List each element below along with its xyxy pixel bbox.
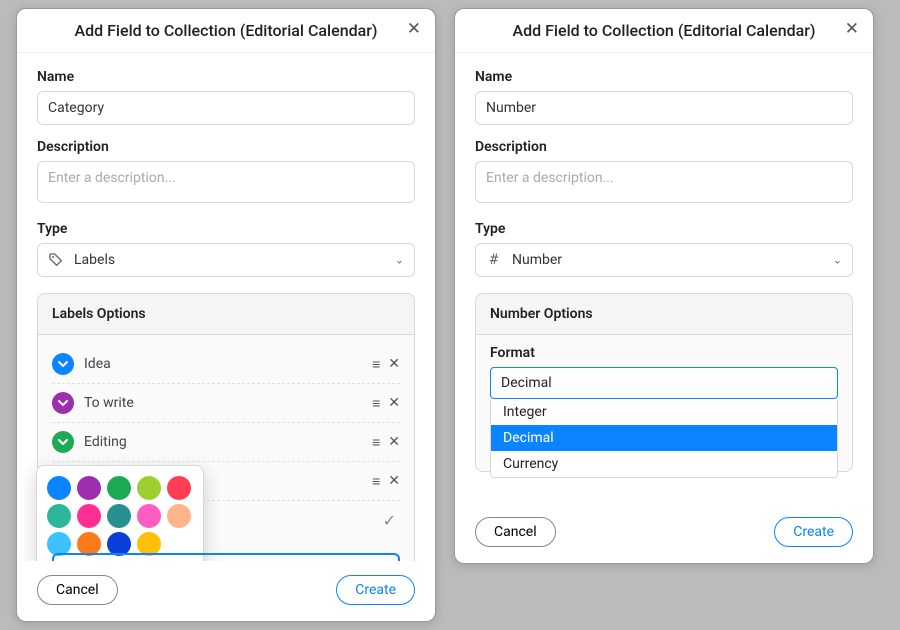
remove-icon[interactable]: ✕ [388,434,400,451]
confirm-icon[interactable]: ✓ [383,511,400,530]
labels-list: Idea≡✕To write≡✕Editing≡✕Published≡✕ ✓ I… [38,335,414,561]
number-options-title: Number Options [476,294,852,335]
drag-handle-icon[interactable]: ≡ [372,434,378,451]
remove-icon[interactable]: ✕ [388,473,400,490]
labels-options-title: Labels Options [38,294,414,335]
close-icon[interactable]: ✕ [407,21,421,38]
chevron-down-icon [52,392,74,414]
type-value: Number [512,252,562,268]
color-swatch[interactable] [77,476,101,500]
drag-handle-icon[interactable]: ≡ [372,356,378,373]
chevron-down-icon: ⌄ [833,254,842,267]
label-name: To write [84,395,362,411]
dialog-add-field-number: Add Field to Collection (Editorial Calen… [454,8,874,564]
label-default-select[interactable]: Idea ⌄ [52,553,400,561]
color-swatch[interactable] [77,504,101,528]
chevron-down-icon: ⌄ [395,254,404,267]
format-option[interactable]: Decimal [491,425,837,451]
description-input[interactable] [475,161,853,203]
type-label: Type [475,221,853,237]
chevron-down-icon [52,353,74,375]
dialog-add-field-labels: Add Field to Collection (Editorial Calen… [16,8,436,622]
name-label: Name [37,69,415,85]
format-option[interactable]: Currency [491,451,837,477]
dialog-title: Add Field to Collection (Editorial Calen… [513,21,816,40]
format-select[interactable]: Decimal IntegerDecimalCurrency [490,367,838,399]
color-swatch[interactable] [107,504,131,528]
close-icon[interactable]: ✕ [845,21,859,38]
color-swatch[interactable] [167,504,191,528]
description-input[interactable] [37,161,415,203]
color-swatch[interactable] [47,504,71,528]
dialog-header: Add Field to Collection (Editorial Calen… [17,9,435,53]
type-select[interactable]: # Number ⌄ [475,243,853,277]
label-color-dot[interactable] [52,392,74,414]
dialog-footer: Cancel Create [455,503,873,563]
number-options-card: Number Options Format Decimal IntegerDec… [475,293,853,472]
type-label: Type [37,221,415,237]
drag-handle-icon[interactable]: ≡ [372,473,378,490]
tag-icon [48,252,64,268]
dialog-title: Add Field to Collection (Editorial Calen… [75,21,378,40]
format-label: Format [490,345,838,361]
chevron-down-icon [52,431,74,453]
color-swatch-popover [36,465,204,561]
label-row: Editing ≡ ✕ [52,423,400,462]
number-icon: # [486,252,502,268]
labels-options-card: Labels Options Idea ≡ ✕ To write ≡ ✕ Editing ≡ ✕… [37,293,415,561]
label-color-dot[interactable] [52,431,74,453]
label-row: To write ≡ ✕ [52,384,400,423]
color-swatch[interactable] [47,476,71,500]
type-select[interactable]: Labels ⌄ [37,243,415,277]
create-button[interactable]: Create [774,517,853,547]
label-name: Idea [84,356,362,372]
format-option[interactable]: Integer [491,399,837,425]
description-label: Description [475,139,853,155]
drag-handle-icon[interactable]: ≡ [372,395,378,412]
format-dropdown-list: IntegerDecimalCurrency [490,399,838,478]
label-color-dot[interactable] [52,353,74,375]
name-input[interactable] [37,91,415,125]
description-label: Description [37,139,415,155]
color-swatch[interactable] [107,476,131,500]
dialog-header: Add Field to Collection (Editorial Calen… [455,9,873,53]
color-swatch[interactable] [167,476,191,500]
name-input[interactable] [475,91,853,125]
name-label: Name [475,69,853,85]
format-value: Decimal [490,367,838,399]
label-row: Idea ≡ ✕ [52,345,400,384]
type-value: Labels [74,252,115,268]
cancel-button[interactable]: Cancel [37,575,118,605]
create-button[interactable]: Create [336,575,415,605]
remove-icon[interactable]: ✕ [388,356,400,373]
color-swatch[interactable] [137,504,161,528]
color-swatch[interactable] [137,476,161,500]
dialog-footer: Cancel Create [17,561,435,621]
label-name: Editing [84,434,362,450]
cancel-button[interactable]: Cancel [475,517,556,547]
remove-icon[interactable]: ✕ [388,395,400,412]
